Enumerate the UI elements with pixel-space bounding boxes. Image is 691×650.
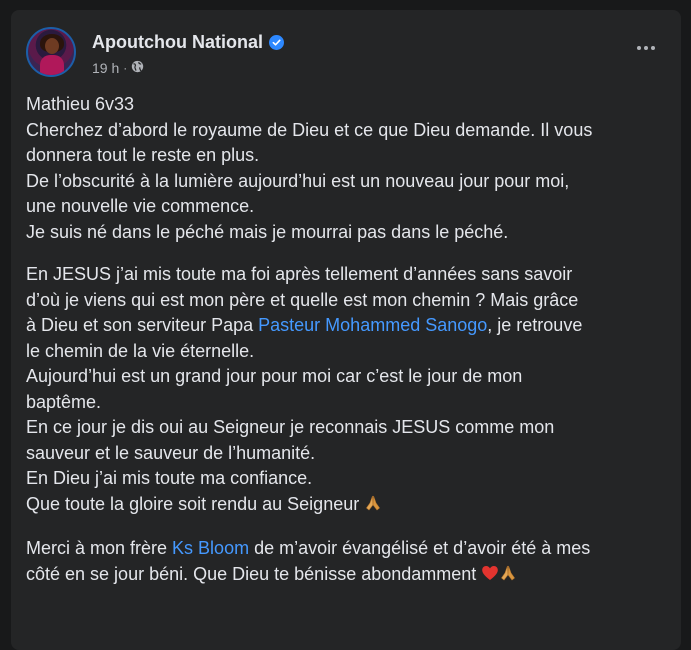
text-line: En ce jour je dis oui au Seigneur je rec… xyxy=(26,417,555,437)
text-line: Mathieu 6v33 xyxy=(26,94,135,114)
text-line: Aujourd’hui est un grand jour pour moi c… xyxy=(26,366,523,386)
post-text: Mathieu 6v33 Cherchez d’abord le royaume… xyxy=(26,92,671,606)
text-segment: de m’avoir évangélisé et d’avoir été à m… xyxy=(249,538,591,558)
paragraph-3: Merci à mon frère Ks Bloom de m’avoir év… xyxy=(26,536,671,589)
text-line: sauveur et le sauveur de l’humanité. xyxy=(26,442,316,463)
author-name-row: Apoutchou National xyxy=(92,32,284,53)
author-name[interactable]: Apoutchou National xyxy=(92,32,263,53)
red-heart-icon xyxy=(481,564,499,590)
text-segment: Que toute la gloire soit rendu au Seigne… xyxy=(26,493,360,514)
post-timestamp[interactable]: 19 h xyxy=(92,60,119,76)
mention-link-pasteur[interactable]: Pasteur Mohammed Sanogo xyxy=(258,315,487,335)
paragraph-2: En JESUS j’ai mis toute ma foi après tel… xyxy=(26,262,671,519)
text-line: le chemin de la vie éternelle. xyxy=(26,340,255,361)
praying-hands-icon xyxy=(499,564,517,590)
text-line: côté en se jour béni. Que Dieu te béniss… xyxy=(26,562,671,590)
text-line: De l’obscurité à la lumière aujourd’hui … xyxy=(26,170,570,191)
post-card: Apoutchou National 19 h · Mathieu 6v33 C… xyxy=(11,10,681,650)
praying-hands-icon xyxy=(364,494,382,520)
text-segment: côté en se jour béni. Que Dieu te béniss… xyxy=(26,563,477,584)
text-line: Que toute la gloire soit rendu au Seigne… xyxy=(26,492,671,520)
mention-link-ks-bloom[interactable]: Ks Bloom xyxy=(172,538,249,558)
text-line: d’où je viens qui est mon père et quelle… xyxy=(26,289,579,310)
text-line: Cherchez d’abord le royaume de Dieu et c… xyxy=(26,119,593,140)
text-line: à Dieu et son serviteur Papa Pasteur Moh… xyxy=(26,313,671,339)
text-segment: à Dieu et son serviteur Papa xyxy=(26,315,259,335)
paragraph-1: Mathieu 6v33 Cherchez d’abord le royaume… xyxy=(26,92,671,245)
text-line: donnera tout le reste en plus. xyxy=(26,145,260,165)
text-line: Je suis né dans le péché mais je mourrai… xyxy=(26,221,509,242)
text-line: En JESUS j’ai mis toute ma foi après tel… xyxy=(26,264,573,284)
text-line: Merci à mon frère Ks Bloom de m’avoir év… xyxy=(26,536,671,562)
verified-badge-icon xyxy=(268,35,284,50)
meta-separator: · xyxy=(123,61,128,75)
text-line: baptême. xyxy=(26,391,102,412)
text-segment: , je retrouve xyxy=(487,315,583,335)
post-meta: 19 h · xyxy=(92,60,144,76)
text-line: En Dieu j’ai mis toute ma confiance. xyxy=(26,468,313,488)
author-avatar[interactable] xyxy=(26,27,76,77)
globe-icon[interactable] xyxy=(131,60,144,76)
text-line: une nouvelle vie commence. xyxy=(26,196,255,216)
text-segment: Merci à mon frère xyxy=(26,538,173,558)
more-options-icon[interactable] xyxy=(637,46,655,50)
